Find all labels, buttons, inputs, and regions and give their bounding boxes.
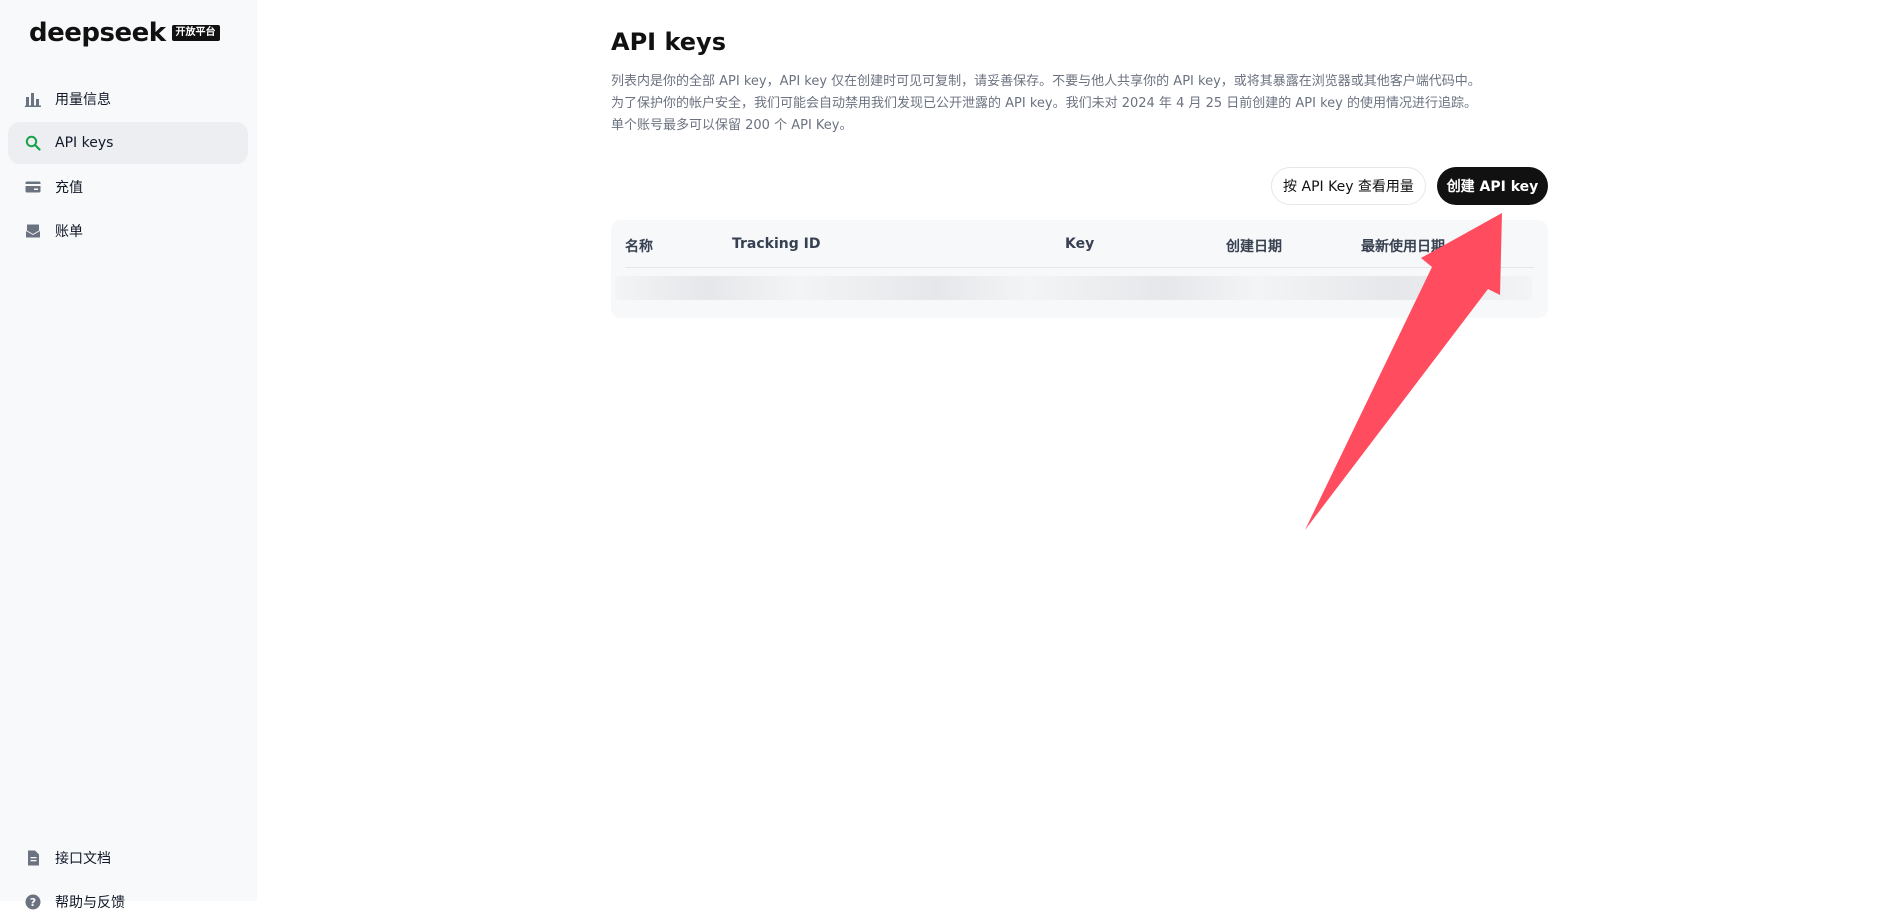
sidebar-item-label: 接口文档 [55,851,111,867]
inbox-icon [25,223,41,239]
api-keys-table: 名称 Tracking ID Key 创建日期 最新使用日期 [611,220,1548,318]
column-header-created: 创建日期 [1226,239,1282,255]
description-line: 为了保护你的帐户安全，我们可能会自动禁用我们发现已公开泄露的 API key。我… [611,96,1477,111]
sidebar-item-bills[interactable]: 账单 [8,210,248,252]
search-icon [25,135,41,151]
sidebar-item-usage[interactable]: 用量信息 [8,78,248,120]
card-icon [25,179,41,195]
help-icon: ? [25,894,41,910]
sidebar-nav: 用量信息 API keys 充值 账单 [8,78,248,254]
column-header-key: Key [1065,236,1095,252]
loading-row-placeholder [615,276,1532,300]
sidebar-item-help[interactable]: ? 帮助与反馈 [8,880,248,924]
document-icon [25,850,41,866]
sidebar-item-label: 充值 [55,180,83,196]
brand-name: deepseek [29,18,166,48]
sidebar-item-label: 帮助与反馈 [55,895,125,911]
sidebar-item-docs[interactable]: 接口文档 [8,836,248,880]
view-usage-by-key-button[interactable]: 按 API Key 查看用量 [1271,167,1426,205]
sidebar-bottom-nav: 接口文档 ? 帮助与反馈 [8,836,248,924]
brand-badge: 开放平台 [171,25,220,41]
sidebar-item-api-keys[interactable]: API keys [8,122,248,164]
sidebar: deepseek 开放平台 用量信息 API keys 充值 账单 接口文档 ?… [0,0,257,911]
column-header-last-used: 最新使用日期 [1361,239,1445,255]
description-line: 列表内是你的全部 API key，API key 仅在创建时可见可复制，请妥善保… [611,74,1481,89]
svg-text:?: ? [30,896,36,909]
sidebar-item-label: 账单 [55,224,83,240]
description-line: 单个账号最多可以保留 200 个 API Key。 [611,118,853,133]
table-header: 名称 Tracking ID Key 创建日期 最新使用日期 [625,220,1534,268]
sidebar-item-label: API keys [55,135,114,151]
create-api-key-button[interactable]: 创建 API key [1437,167,1548,205]
page-title: API keys [611,28,726,56]
logo[interactable]: deepseek 开放平台 [29,18,220,48]
bar-chart-icon [25,91,41,107]
page-description: 列表内是你的全部 API key，API key 仅在创建时可见可复制，请妥善保… [611,71,1546,137]
sidebar-item-label: 用量信息 [55,92,111,108]
column-header-name: 名称 [625,239,653,255]
column-header-tracking-id: Tracking ID [732,236,821,252]
sidebar-item-recharge[interactable]: 充值 [8,166,248,208]
